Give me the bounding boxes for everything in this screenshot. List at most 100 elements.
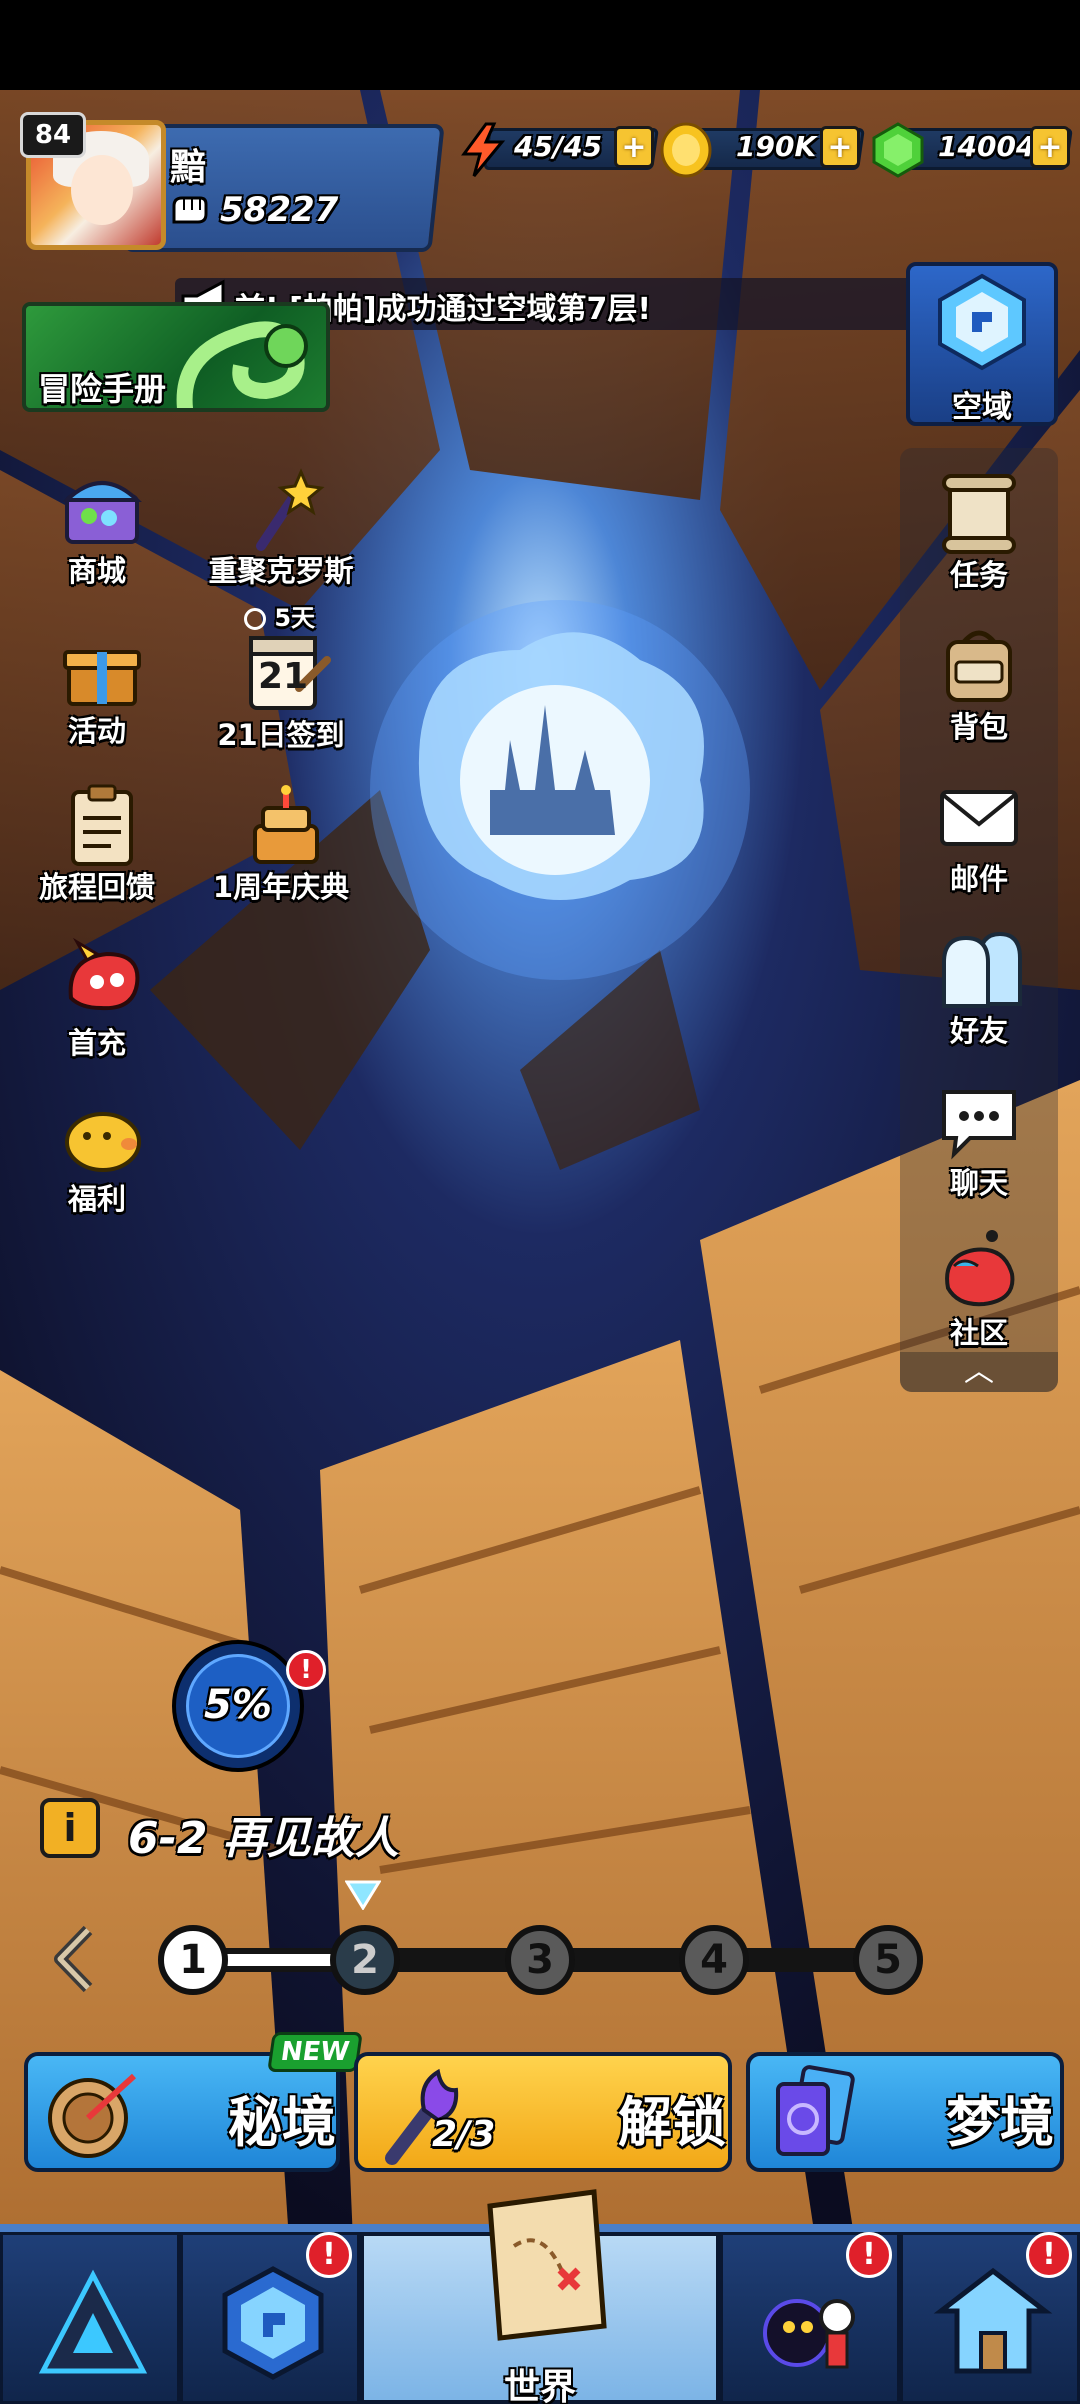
- gift-box-icon: [63, 650, 141, 706]
- event-label: 活动: [67, 714, 126, 748]
- gem-value: 14004: [938, 130, 1036, 163]
- mail-label: 邮件: [949, 862, 1008, 896]
- speech-bubble-icon: [942, 1090, 1016, 1160]
- signin-day-number: 21: [258, 656, 309, 697]
- unlock-progress-counter: 2/3: [432, 2114, 496, 2155]
- adventure-manual-label: 冒险手册: [38, 370, 167, 408]
- target-icon: [48, 2073, 137, 2158]
- house-icon: [933, 2267, 1053, 2374]
- chapter-node-2[interactable]: 2: [330, 1925, 400, 1995]
- energy-resource: 45/45 +: [456, 122, 659, 177]
- player-name: 黯: [170, 147, 207, 188]
- progress-percent: 5%: [204, 1682, 272, 1728]
- chat-label: 聊天: [949, 1166, 1008, 1200]
- welfare-button[interactable]: 福利: [12, 1094, 182, 1244]
- chat-button[interactable]: 聊天: [900, 1076, 1058, 1226]
- gold-value: 190K: [736, 130, 817, 163]
- chapter-node-4[interactable]: 4: [679, 1925, 749, 1995]
- friends-label: 好友: [949, 1014, 1008, 1048]
- combat-power-value: 58227: [220, 190, 339, 230]
- first-charge-label: 首充: [67, 1026, 126, 1060]
- chevron-left-icon[interactable]: [50, 1924, 100, 1994]
- community-creature-icon: [945, 1230, 1015, 1307]
- event-button[interactable]: 活动: [12, 626, 182, 776]
- sky-domain-label: 空域: [952, 390, 1012, 425]
- gem-resource: 14004 +: [870, 122, 1073, 178]
- journey-feedback-label: 旅程回馈: [38, 870, 155, 904]
- bag-button[interactable]: 背包: [900, 620, 1058, 770]
- chevron-up-icon: ︿: [964, 1354, 994, 1389]
- green-gem-icon: [872, 122, 924, 178]
- dragon-icon: [176, 321, 308, 408]
- journey-feedback-button[interactable]: 旅程回馈: [12, 782, 182, 932]
- shadow-companion-icon: [763, 2299, 855, 2369]
- magic-cards-icon: [776, 2065, 855, 2156]
- avatar-face: [71, 155, 133, 225]
- unlock-button[interactable]: 解锁: [354, 2052, 732, 2172]
- gold-coin-icon: [660, 122, 712, 178]
- status-bar: [0, 0, 1080, 90]
- tasks-button[interactable]: 任务: [900, 468, 1058, 618]
- right-side-menu: 任务 背包 邮件 好友 聊天 社区 ︿: [900, 448, 1058, 1392]
- secret-realm-label: 秘境: [228, 2091, 336, 2154]
- nav-tab-heroes[interactable]: [0, 2232, 180, 2404]
- friends-ghost-icon: [942, 931, 1022, 1008]
- signin-button[interactable]: 5天 21 21日签到: [196, 598, 366, 778]
- reunion-label: 重聚克罗斯: [208, 554, 354, 588]
- energy-add-button[interactable]: +: [614, 126, 654, 168]
- scroll-icon: [942, 474, 1016, 554]
- unlock-label: 解锁: [618, 2091, 726, 2154]
- nav-tab-world[interactable]: 世界: [360, 2189, 720, 2404]
- chapter-node-5[interactable]: 5: [853, 1925, 923, 1995]
- current-stage-marker-icon: [345, 1880, 381, 1910]
- anniversary-button[interactable]: 1周年庆典: [196, 782, 366, 932]
- gold-add-button[interactable]: +: [820, 126, 860, 168]
- lightning-icon: [461, 122, 506, 177]
- dream-realm-button[interactable]: 梦境: [746, 2052, 1064, 2172]
- bag-label: 背包: [949, 710, 1008, 744]
- game-screen: 84 黯 58227 45/45 + 190K + 14004 + 前! [帕帕…: [0, 0, 1080, 2404]
- friends-button[interactable]: 好友: [900, 924, 1058, 1074]
- world-label: 世界: [503, 2367, 576, 2404]
- treasure-map-icon: [487, 2189, 607, 2341]
- collapse-menu-button[interactable]: ︿: [900, 1352, 1058, 1392]
- hexagon-emblem-icon: [222, 2266, 324, 2380]
- signin-label: 21日签到: [217, 718, 345, 752]
- info-icon[interactable]: i: [40, 1798, 100, 1858]
- welfare-label: 福利: [67, 1182, 126, 1216]
- piggy-bank-icon: [65, 1112, 141, 1172]
- birthday-cake-icon: [253, 785, 319, 864]
- mail-button[interactable]: 邮件: [900, 772, 1058, 922]
- chapter-node-3[interactable]: 3: [505, 1925, 575, 1995]
- dream-realm-label: 梦境: [946, 2091, 1054, 2154]
- envelope-icon: [940, 790, 1018, 846]
- gold-resource: 190K +: [658, 122, 865, 178]
- new-badge: NEW: [267, 2032, 363, 2072]
- sky-domain-button[interactable]: 空域: [906, 262, 1058, 426]
- anniversary-label: 1周年庆典: [212, 870, 350, 904]
- energy-value: 45/45: [514, 130, 603, 163]
- crystal-emblem-icon: [938, 273, 1026, 371]
- tasks-label: 任务: [949, 558, 1008, 592]
- community-label: 社区: [949, 1316, 1008, 1350]
- reunion-event-button[interactable]: 重聚克罗斯: [196, 466, 366, 616]
- adventure-manual-banner[interactable]: 冒险手册: [22, 302, 330, 412]
- clipboard-icon: [71, 784, 133, 866]
- first-charge-button[interactable]: 首充: [12, 938, 182, 1088]
- gem-add-button[interactable]: +: [1030, 126, 1070, 168]
- treasure-chest-icon: [62, 481, 142, 544]
- base-alert-badge: !: [1026, 2232, 1072, 2278]
- guild-alert-badge: !: [306, 2232, 352, 2278]
- hero-crystal-icon: [38, 2269, 148, 2374]
- chapter-node-1[interactable]: 1: [158, 1925, 228, 1995]
- player-profile-card[interactable]: 84 黯 58227: [20, 112, 445, 254]
- pets-alert-badge: !: [846, 2232, 892, 2278]
- shop-button[interactable]: 商城: [12, 466, 182, 616]
- player-level-badge: 84: [20, 112, 86, 158]
- clock-icon: [244, 608, 266, 630]
- stage-name: 6-2 再见故人: [128, 1813, 399, 1864]
- progress-alert-badge: !: [286, 1650, 326, 1690]
- backpack-icon: [946, 630, 1012, 702]
- red-dragon-icon: [68, 938, 140, 1011]
- shop-label: 商城: [67, 554, 126, 588]
